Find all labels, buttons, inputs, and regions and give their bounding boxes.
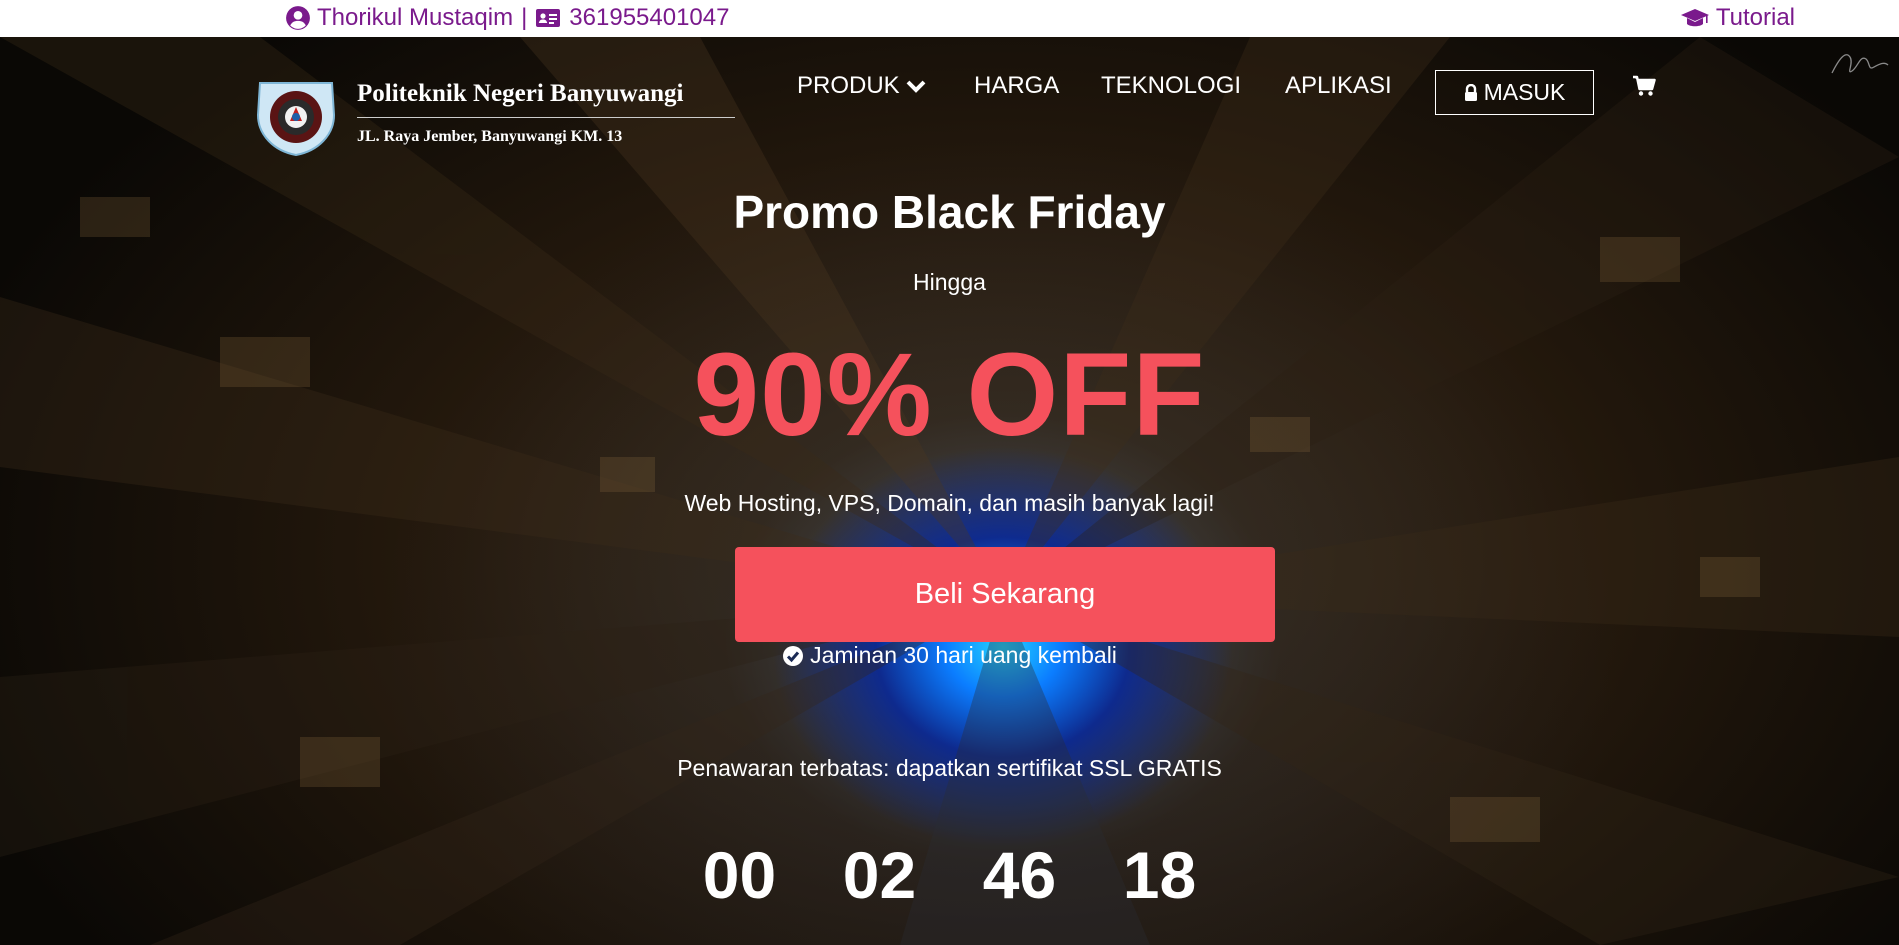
separator: | [521,4,528,31]
cart-button[interactable] [1632,75,1656,102]
id-number: 361955401047 [569,4,730,31]
promo-title: Promo Black Friday [733,186,1166,238]
nav-harga[interactable]: HARGA [974,72,1059,100]
tutorial-link[interactable]: Tutorial [1680,4,1795,32]
user-circle-icon [285,5,311,31]
countdown-timer: 00 02 46 18 [0,837,1899,913]
discount-headline: 90% OFF [693,329,1206,461]
promo-until: Hingga [913,269,986,295]
user-name: Thorikul Mustaqim [317,4,514,31]
nav-aplikasi[interactable]: APLIKASI [1285,72,1392,100]
services-text: Web Hosting, VPS, Domain, dan masih bany… [684,490,1215,516]
nav-produk-label: PRODUK [797,72,900,99]
chevron-down-icon [906,79,926,93]
guarantee-text: Jaminan 30 hari uang kembali [0,642,1899,669]
tutorial-label: Tutorial [1715,4,1795,31]
brand-address: JL. Raya Jember, Banyuwangi KM. 13 [357,128,623,145]
login-button[interactable]: MASUK [1435,70,1594,115]
campus-logo [256,82,336,157]
countdown-seconds: 18 [1122,838,1197,912]
lock-icon [1464,83,1478,102]
guarantee-label: Jaminan 30 hari uang kembali [810,642,1117,668]
check-circle-icon [782,645,804,667]
login-label: MASUK [1483,79,1566,105]
countdown-days: 00 [702,838,777,912]
buy-now-button[interactable]: Beli Sekarang [735,547,1275,642]
brand[interactable]: Politeknik Negeri Banyuwangi JL. Raya Je… [252,73,735,173]
countdown-minutes: 46 [982,838,1057,912]
brand-divider [357,117,735,118]
graduation-cap-icon [1680,6,1710,30]
countdown-hours: 02 [842,838,917,912]
nav-teknologi[interactable]: TEKNOLOGI [1101,72,1241,100]
user-info: Thorikul Mustaqim | 361955401047 [285,4,729,32]
id-card-icon [535,7,561,29]
top-info-bar: Thorikul Mustaqim | 361955401047 Tutoria… [0,0,1899,37]
cart-icon [1632,75,1656,97]
ssl-offer-text: Penawaran terbatas: dapatkan sertifikat … [677,755,1222,781]
brand-name: Politeknik Negeri Banyuwangi [357,80,684,107]
hero-section: Politeknik Negeri Banyuwangi JL. Raya Je… [0,37,1899,945]
nav-produk[interactable]: PRODUK [797,72,926,100]
signature-icon [1828,43,1892,88]
